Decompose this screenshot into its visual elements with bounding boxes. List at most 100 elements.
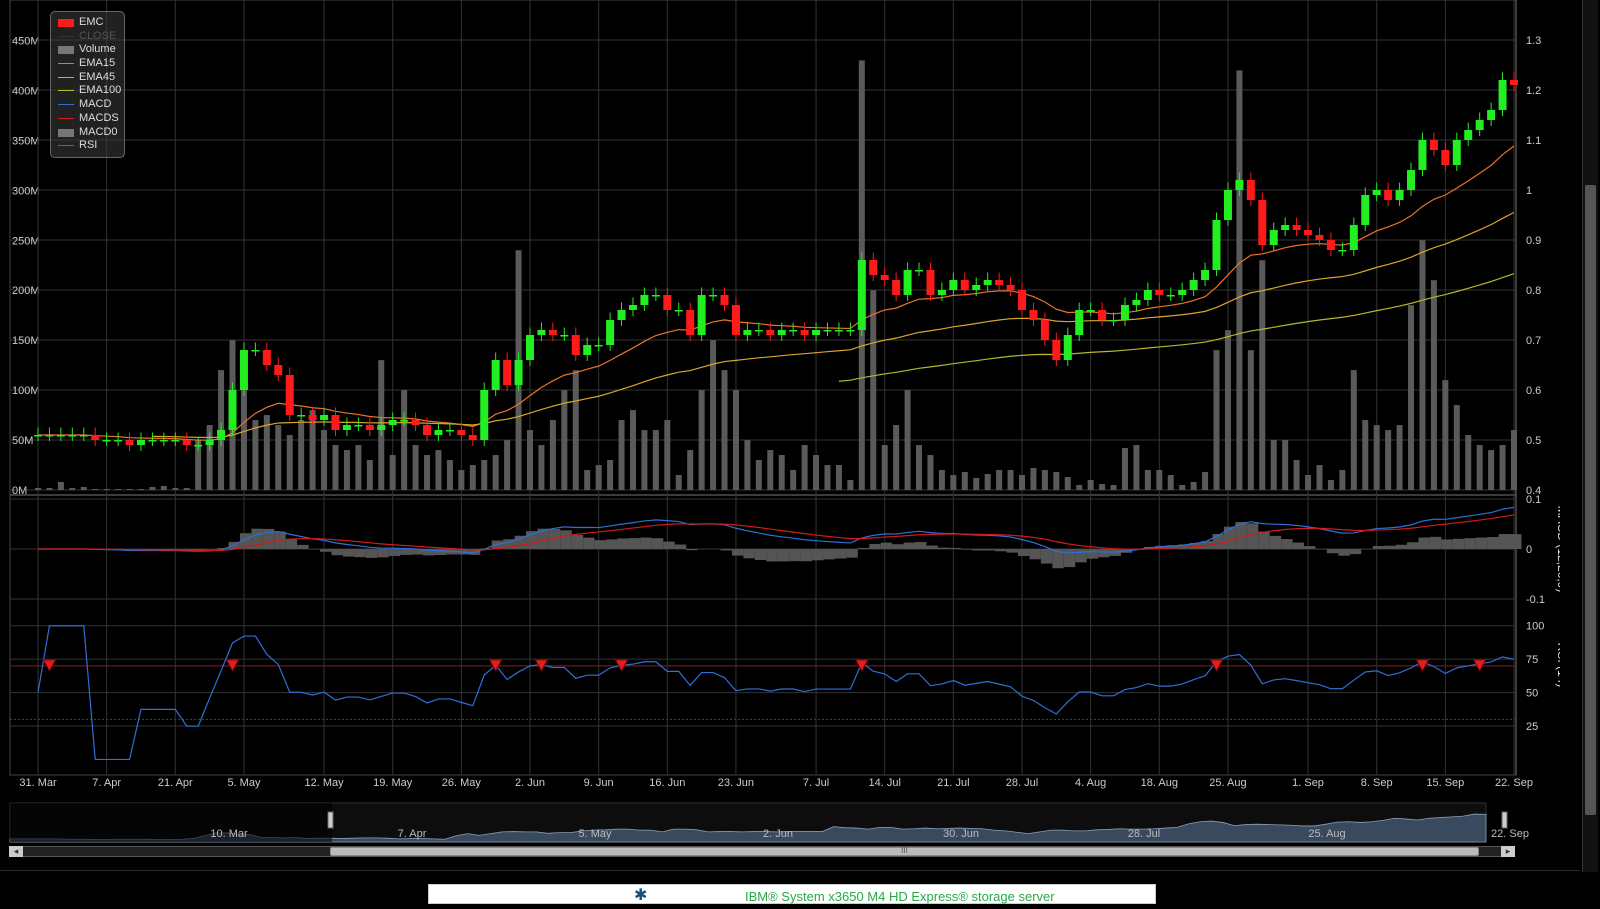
volume-bar — [115, 489, 121, 490]
legend-item-ema100[interactable]: EMA100 — [51, 84, 124, 98]
candle-body — [881, 275, 889, 280]
legend-swatch — [58, 118, 74, 119]
macd-histogram-bar — [434, 549, 445, 555]
candle-body — [1178, 290, 1186, 295]
candle-body — [34, 435, 42, 437]
candle-body — [984, 280, 992, 285]
volume-bar — [69, 488, 75, 490]
candle-body — [789, 330, 797, 332]
candle-body — [526, 335, 534, 360]
candle-body — [1064, 335, 1072, 360]
volume-bar — [790, 470, 796, 490]
legend-item-ema45[interactable]: EMA45 — [51, 71, 124, 85]
chart-legend[interactable]: EMCCLOSEVolumeEMA15EMA45EMA100MACDMACDS M… — [50, 11, 125, 158]
x-tick-label: 9. Jun — [584, 777, 614, 789]
candle-body — [274, 365, 282, 375]
x-tick-label: 2. Jun — [515, 777, 545, 789]
macd-tick-label: 0 — [1526, 544, 1532, 556]
volume-bar — [161, 486, 167, 490]
legend-item-macds[interactable]: MACDS — [51, 112, 124, 126]
candle-body — [354, 425, 362, 427]
macd-histogram-bar — [560, 530, 571, 549]
macd-histogram-bar — [1018, 549, 1029, 556]
candle-body — [57, 435, 65, 437]
legend-item-rsi[interactable]: RSI — [51, 139, 124, 153]
navigator-label: 30. Jun — [943, 828, 979, 840]
price-tick-label: 0.9 — [1526, 235, 1541, 247]
volume-bar — [287, 435, 293, 490]
legend-swatch — [58, 145, 74, 146]
candle-body — [938, 290, 946, 295]
candle-body — [869, 260, 877, 275]
candle-body — [812, 330, 820, 335]
macd-histogram-bar — [755, 549, 766, 560]
volume-bar — [1168, 475, 1174, 490]
x-tick-label: 26. May — [442, 777, 482, 789]
candle-body — [1132, 300, 1140, 305]
legend-item-volume[interactable]: Volume — [51, 43, 124, 57]
volume-bar — [813, 455, 819, 490]
volume-bar — [676, 475, 682, 490]
legend-swatch — [58, 104, 74, 105]
volume-bar — [756, 460, 762, 490]
legend-item-macd0[interactable]: MACD0 — [51, 126, 124, 140]
volume-bar — [1282, 440, 1288, 490]
volume-bar — [596, 465, 602, 490]
volume-bar — [1133, 445, 1139, 490]
candle-body — [652, 295, 660, 297]
page-scroll-thumb[interactable] — [1585, 185, 1596, 815]
candle-body — [1407, 170, 1415, 190]
macd-histogram-bar — [961, 549, 972, 550]
navigator-handle-left — [328, 812, 333, 828]
candle-body — [801, 330, 809, 335]
candle-body — [675, 310, 683, 312]
candle-body — [1041, 320, 1049, 340]
volume-tick-label: 300M — [12, 185, 40, 197]
legend-label: MACDS — [79, 112, 119, 124]
macd-histogram-bar — [1213, 534, 1224, 549]
panel-title-macd: MACD (12,26,9) — [1555, 506, 1560, 593]
banner-text[interactable]: IBM® System x3650 M4 HD Express® storage… — [745, 889, 1055, 904]
candle-body — [309, 415, 317, 420]
volume-bar — [149, 487, 155, 490]
candle-body — [389, 420, 397, 425]
macd-histogram-bar — [206, 549, 217, 550]
volume-bar — [1008, 470, 1014, 490]
volume-bar — [1191, 482, 1197, 490]
macd-histogram-bar — [823, 549, 834, 559]
candle-body — [972, 285, 980, 290]
macd-histogram-bar — [915, 542, 926, 549]
volume-bar — [584, 470, 590, 490]
x-tick-label: 31. Mar — [19, 777, 57, 789]
ad-banner[interactable]: ✱ IBM® System x3650 M4 HD Express® stora… — [428, 884, 1156, 904]
price-tick-label: 1.2 — [1526, 85, 1541, 97]
candle-body — [1155, 290, 1163, 295]
scroll-right-arrow-icon[interactable]: ▸ — [1501, 846, 1515, 857]
candle-body — [412, 420, 420, 425]
volume-bar — [1179, 485, 1185, 490]
legend-item-ema15[interactable]: EMA15 — [51, 57, 124, 71]
macd-histogram-bar — [1407, 542, 1418, 549]
macd-histogram-bar — [1064, 549, 1075, 567]
legend-item-emc[interactable]: EMC — [51, 16, 124, 30]
page-vertical-scrollbar[interactable] — [1582, 0, 1598, 872]
price-tick-label: 1.1 — [1526, 135, 1541, 147]
candle-body — [823, 330, 831, 332]
legend-label: EMA45 — [79, 71, 115, 83]
volume-bar — [607, 460, 613, 490]
macd-histogram-bar — [926, 546, 937, 549]
rsi-tick-label: 50 — [1526, 688, 1538, 700]
macd-histogram-bar — [377, 549, 388, 557]
volume-bar — [927, 455, 933, 490]
volume-bar — [870, 290, 876, 490]
navigator-scrollbar-thumb[interactable]: III — [330, 847, 1479, 856]
candle-body — [755, 330, 763, 332]
macd-histogram-bar — [846, 549, 857, 558]
legend-item-macd[interactable]: MACD — [51, 98, 124, 112]
scroll-left-arrow-icon[interactable]: ◂ — [9, 846, 23, 857]
x-tick-label: 28. Jul — [1006, 777, 1038, 789]
volume-bar — [1397, 425, 1403, 490]
legend-item-close[interactable]: CLOSE — [51, 30, 124, 44]
candle-body — [1075, 310, 1083, 335]
volume-bar — [699, 390, 705, 490]
